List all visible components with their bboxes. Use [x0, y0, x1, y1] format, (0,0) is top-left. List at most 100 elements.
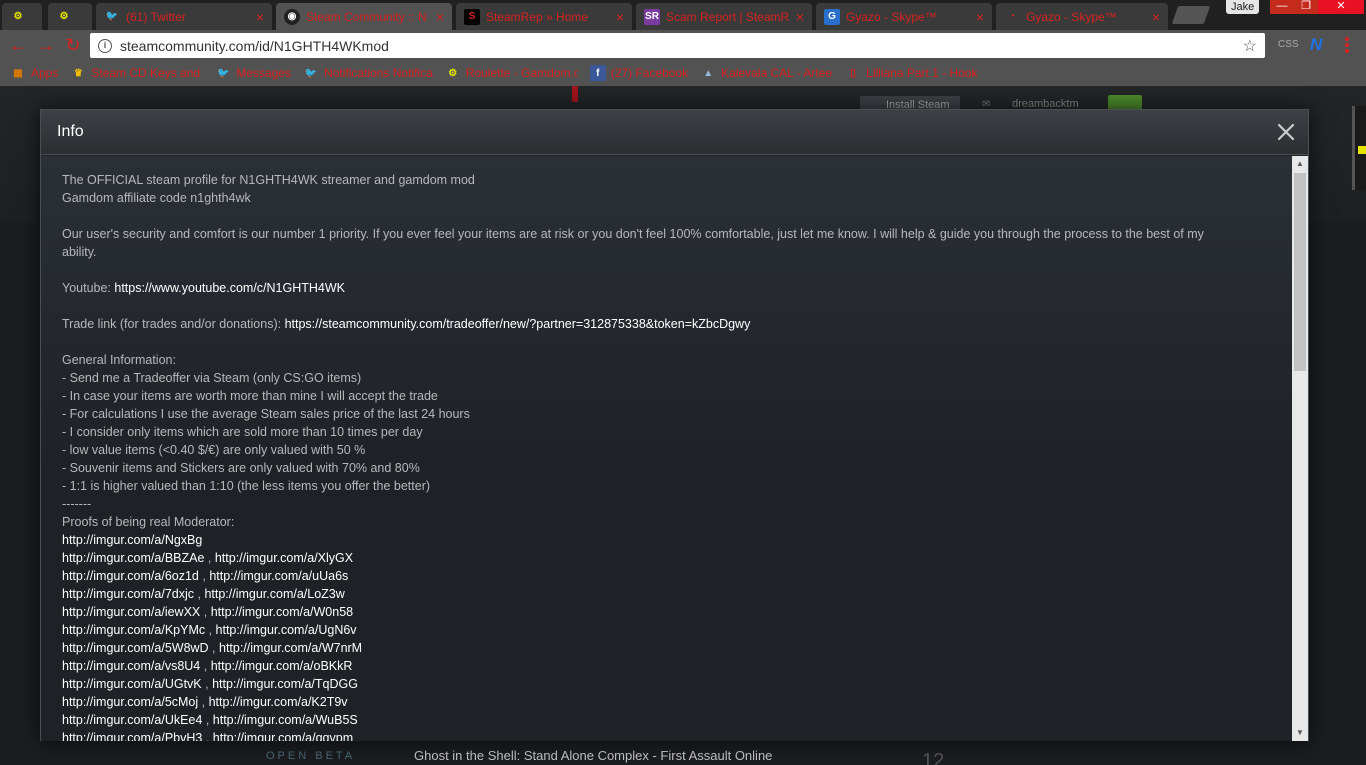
description-link[interactable]: http://imgur.com/a/6oz1d	[62, 569, 199, 583]
description-link[interactable]: https://steamcommunity.com/tradeoffer/ne…	[285, 317, 751, 331]
reload-icon[interactable]: ↻	[63, 35, 83, 55]
close-icon[interactable]	[1274, 120, 1298, 144]
link-separator: ,	[202, 731, 213, 741]
address-bar[interactable]: i steamcommunity.com/id/N1GHTH4WKmod ☆	[90, 33, 1265, 58]
description-text: The OFFICIAL steam profile for N1GHTH4WK…	[62, 173, 475, 187]
tab-steam-community[interactable]: ◉ Steam Community :: N ×	[276, 3, 452, 30]
new-tab-button[interactable]	[1171, 6, 1211, 24]
description-link[interactable]: http://imgur.com/a/UGtvK	[62, 677, 202, 691]
description-line: http://imgur.com/a/vs8U4 , http://imgur.…	[62, 657, 1272, 675]
bookmark-kalevala[interactable]: ▲ Kalevala CAL - Arteer	[700, 65, 833, 81]
description-link[interactable]: http://imgur.com/a/LoZ3w	[204, 587, 344, 601]
document-icon: ▯	[850, 67, 856, 79]
css-extension-icon[interactable]: CSS	[1278, 39, 1299, 50]
close-icon[interactable]: ×	[256, 9, 264, 25]
tab-scam-report[interactable]: SR Scam Report | SteamR ×	[636, 3, 812, 30]
description-link[interactable]: http://imgur.com/a/uUa6s	[209, 569, 348, 583]
description-link[interactable]: http://imgur.com/a/W7nrM	[219, 641, 362, 655]
description-text: - low value items (<0.40 $/€) are only v…	[62, 443, 366, 457]
description-line: The OFFICIAL steam profile for N1GHTH4WK…	[62, 171, 1272, 189]
tab-steamrep[interactable]: S SteamRep » Home ×	[456, 3, 632, 30]
forward-arrow-icon[interactable]: →	[36, 35, 56, 55]
description-link[interactable]: https://www.youtube.com/c/N1GHTH4WK	[114, 281, 345, 295]
description-line: http://imgur.com/a/5cMoj , http://imgur.…	[62, 693, 1272, 711]
description-link[interactable]: http://imgur.com/a/UgN6v	[216, 623, 357, 637]
scroll-thumb[interactable]	[1294, 173, 1306, 371]
bookmark-messages[interactable]: 🐦 Messages	[215, 65, 291, 81]
menu-icon[interactable]	[1345, 37, 1349, 53]
close-icon[interactable]: ×	[616, 9, 624, 25]
bookmark-roulette[interactable]: ⚙ Roulette - Gamdom.c	[445, 65, 577, 81]
bookmark-lilliana[interactable]: ▯ Lilliana Part 1 - Hook	[845, 65, 977, 81]
bookmark-star-icon[interactable]: ☆	[1243, 36, 1257, 56]
tab-strip: ⚙ ⚙ 🐦 (61) Twitter × ◉ Steam Community :…	[0, 0, 1366, 30]
description-link[interactable]: http://imgur.com/a/PbvH3	[62, 731, 202, 741]
link-separator: ,	[200, 605, 211, 619]
description-line: - For calculations I use the average Ste…	[62, 405, 1272, 423]
close-icon[interactable]: ×	[796, 9, 804, 25]
close-icon[interactable]: ×	[976, 9, 984, 25]
steamrep-icon: S	[464, 8, 480, 25]
description-link[interactable]: http://imgur.com/a/NgxBg	[62, 533, 202, 547]
background-decoration	[572, 86, 578, 102]
tab-gyazo-1[interactable]: G Gyazo - Skype™ ×	[816, 3, 992, 30]
gyazo-red-icon: ◔	[1008, 11, 1016, 22]
bookmark-apps[interactable]: ▦ Apps	[10, 65, 58, 81]
description-text: -------	[62, 497, 92, 511]
gamdom-icon: ⚙	[59, 11, 69, 22]
profile-name[interactable]: Jake	[1226, 0, 1260, 14]
description-link[interactable]: http://imgur.com/a/qqvpm	[213, 731, 353, 741]
info-icon[interactable]: i	[98, 38, 112, 53]
url-text[interactable]: steamcommunity.com/id/N1GHTH4WKmod	[120, 38, 1235, 54]
description-link[interactable]: http://imgur.com/a/XlyGX	[215, 551, 353, 565]
description-link[interactable]: http://imgur.com/a/iewXX	[62, 605, 200, 619]
description-line: http://imgur.com/a/NgxBg	[62, 531, 1272, 549]
close-icon[interactable]: ×	[436, 9, 444, 25]
steam-icon: ◉	[284, 8, 300, 25]
tab-gamdom-2[interactable]: ⚙	[48, 3, 92, 30]
description-text: - For calculations I use the average Ste…	[62, 407, 470, 421]
description-link[interactable]: http://imgur.com/a/BBZAe	[62, 551, 204, 565]
tab-gamdom-1[interactable]: ⚙	[2, 3, 42, 30]
game-number: 12	[922, 750, 945, 765]
description-line: - In case your items are worth more than…	[62, 387, 1272, 405]
bookmark-steam-cd-keys[interactable]: ♛ Steam CD Keys and G	[70, 65, 203, 81]
link-separator: ,	[204, 551, 215, 565]
scroll-up-arrow-icon[interactable]: ▲	[1292, 156, 1308, 172]
game-title[interactable]: Ghost in the Shell: Stand Alone Complex …	[414, 748, 772, 763]
description-link[interactable]: http://imgur.com/a/oBKkR	[211, 659, 353, 673]
maximize-button[interactable]: ❐	[1294, 0, 1318, 14]
minimize-button[interactable]: —	[1270, 0, 1294, 14]
back-arrow-icon[interactable]: ←	[8, 35, 28, 55]
description-link[interactable]: http://imgur.com/a/7dxjc	[62, 587, 194, 601]
link-separator: ,	[208, 641, 219, 655]
scroll-down-arrow-icon[interactable]: ▼	[1292, 725, 1308, 741]
n-extension-icon[interactable]: N	[1310, 35, 1322, 55]
description-link[interactable]: http://imgur.com/a/W0n58	[211, 605, 353, 619]
tab-gyazo-2[interactable]: ◔ Gyazo - Skype™ ×	[996, 3, 1168, 30]
bookmark-facebook[interactable]: f (27) Facebook	[589, 65, 688, 81]
description-link[interactable]: http://imgur.com/a/K2T9v	[209, 695, 348, 709]
description-link[interactable]: http://imgur.com/a/UkEe4	[62, 713, 202, 727]
scamreport-icon: SR	[644, 8, 660, 25]
link-separator: ,	[200, 659, 211, 673]
window-close-button[interactable]: ✕	[1318, 0, 1364, 14]
scrollbar[interactable]: ▲ ▼	[1292, 156, 1308, 741]
description-text: Trade link (for trades and/or donations)…	[62, 317, 285, 331]
description-line: General Information:	[62, 351, 1272, 369]
description-link[interactable]: http://imgur.com/a/WuB5S	[213, 713, 358, 727]
apps-grid-icon: ▦	[13, 67, 23, 79]
description-link[interactable]: http://imgur.com/a/TqDGG	[212, 677, 358, 691]
description-text: General Information:	[62, 353, 176, 367]
bookmark-notifications[interactable]: 🐦 Notifications Notifica	[303, 65, 433, 81]
description-line: Proofs of being real Moderator:	[62, 513, 1272, 531]
tab-twitter[interactable]: 🐦 (61) Twitter ×	[96, 3, 272, 30]
description-link[interactable]: http://imgur.com/a/KpYMc	[62, 623, 205, 637]
link-separator: ,	[194, 587, 205, 601]
close-icon[interactable]: ×	[1152, 9, 1160, 25]
description-link[interactable]: http://imgur.com/a/5W8wD	[62, 641, 209, 655]
description-link[interactable]: http://imgur.com/a/vs8U4	[62, 659, 200, 673]
twitter-icon: 🐦	[304, 67, 318, 79]
description-link[interactable]: http://imgur.com/a/5cMoj	[62, 695, 198, 709]
